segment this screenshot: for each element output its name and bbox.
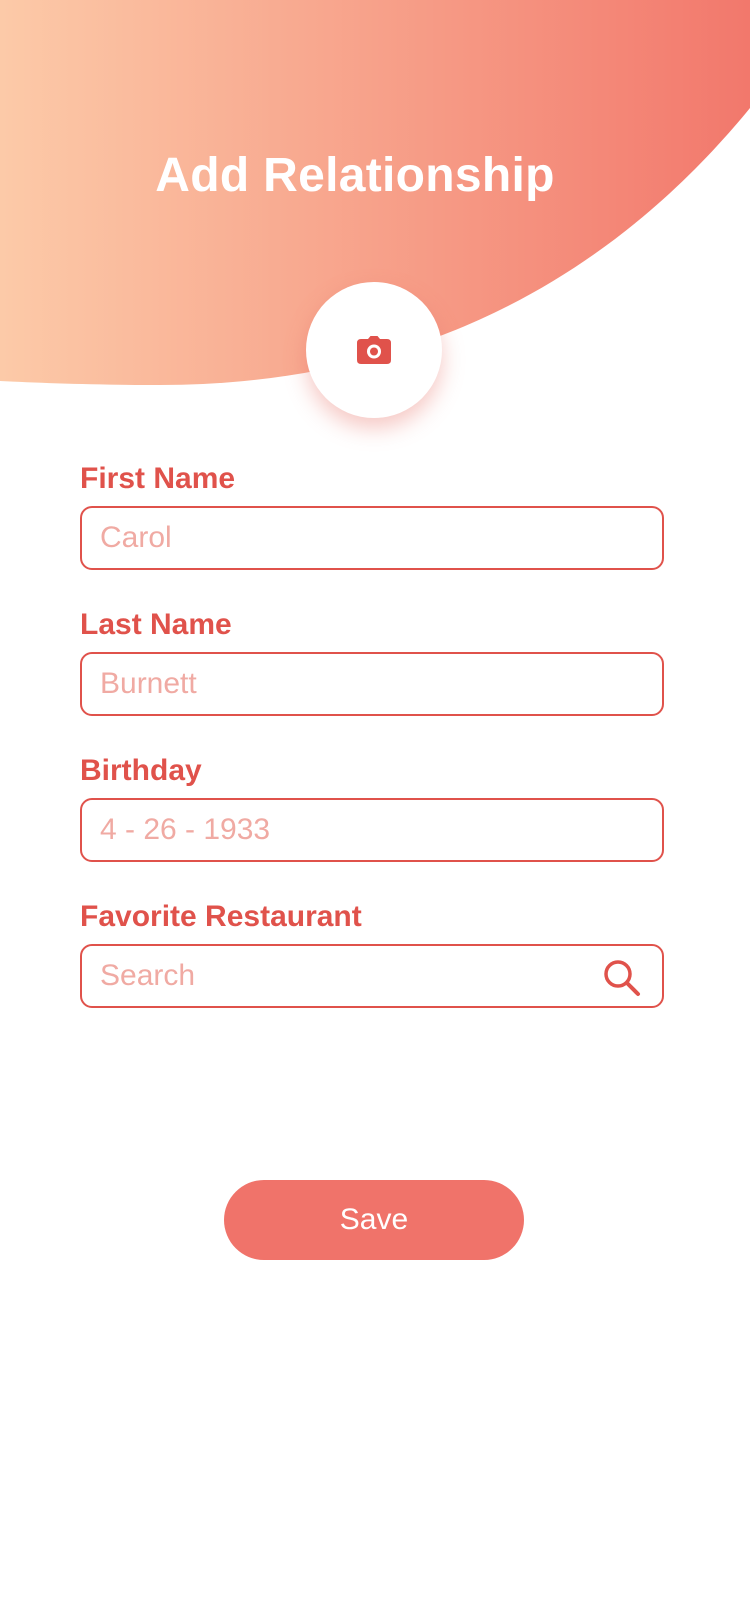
birthday-input[interactable] bbox=[82, 800, 662, 860]
birthday-field-container bbox=[80, 798, 664, 862]
first-name-field-container bbox=[80, 506, 664, 570]
search-icon[interactable] bbox=[602, 958, 642, 998]
page-title: Add Relationship bbox=[155, 149, 555, 202]
favorite-restaurant-label: Favorite Restaurant bbox=[80, 900, 362, 933]
favorite-restaurant-search-input[interactable] bbox=[82, 946, 662, 1006]
last-name-input[interactable] bbox=[82, 654, 662, 714]
first-name-label: First Name bbox=[80, 462, 236, 495]
favorite-restaurant-field-container bbox=[80, 944, 664, 1008]
first-name-input[interactable] bbox=[82, 508, 662, 568]
last-name-label: Last Name bbox=[80, 608, 232, 641]
birthday-label: Birthday bbox=[80, 754, 202, 787]
add-photo-button[interactable] bbox=[306, 282, 442, 418]
last-name-field-container bbox=[80, 652, 664, 716]
save-button[interactable]: Save bbox=[224, 1180, 524, 1260]
camera-icon bbox=[357, 336, 391, 364]
